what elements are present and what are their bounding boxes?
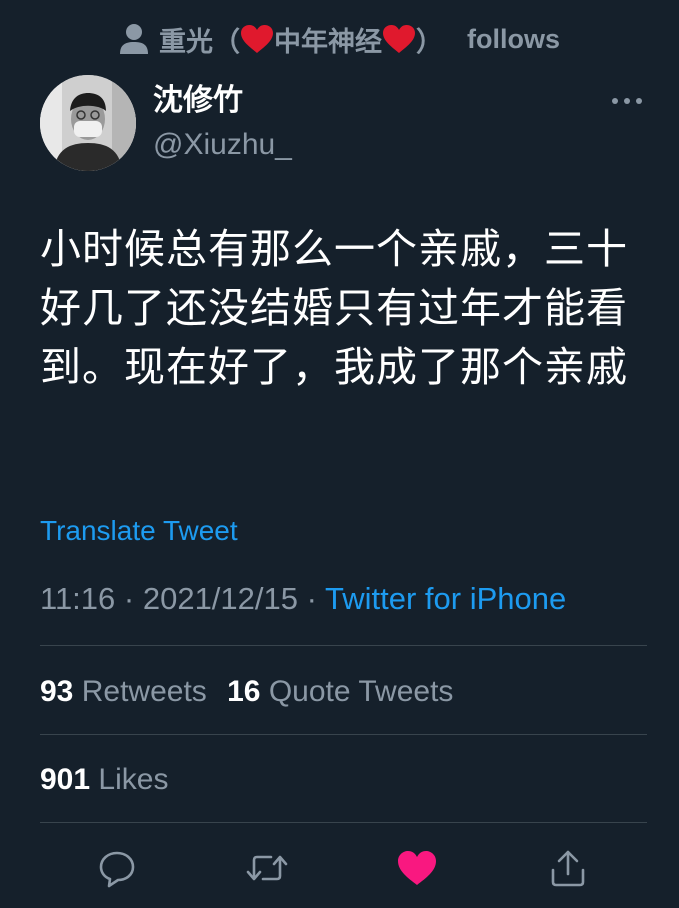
share-button[interactable] (546, 848, 590, 892)
quote-tweets-count: 16 (227, 675, 261, 708)
retweets-count: 93 (40, 675, 74, 708)
heart-icon (396, 849, 438, 892)
retweet-icon (245, 848, 289, 893)
share-icon (548, 848, 588, 893)
divider (40, 822, 647, 823)
follows-label: follows (467, 23, 560, 54)
heart-emoji-icon (240, 24, 274, 54)
likes-row: 901 Likes (40, 761, 180, 799)
meta-separator: · (115, 581, 143, 616)
more-options-button[interactable] (606, 86, 648, 116)
reply-button[interactable] (95, 848, 139, 892)
retweets-stat[interactable]: 93 Retweets (40, 673, 207, 711)
quote-tweets-stat[interactable]: 16 Quote Tweets (227, 673, 453, 711)
translate-tweet-link[interactable]: Translate Tweet (40, 513, 238, 549)
tweet-source[interactable]: Twitter for iPhone (325, 581, 566, 616)
divider (40, 734, 647, 735)
tweet-text: 小时候总有那么一个亲戚，三十好几了还没结婚只有过年才能看到。现在好了，我成了那个… (40, 226, 628, 390)
heart-emoji-icon (382, 24, 416, 54)
likes-stat[interactable]: 901 Likes (40, 761, 168, 799)
stats-row: 93 Retweets 16 Quote Tweets (40, 673, 465, 711)
tweet-meta: 11:16 · 2021/12/15 · Twitter for iPhone (40, 580, 566, 618)
avatar[interactable] (40, 75, 136, 171)
reply-icon (97, 848, 137, 893)
social-context[interactable]: 重光（ 中年神经 ） follows (0, 18, 679, 60)
meta-separator: · (298, 581, 325, 616)
likes-label: Likes (98, 763, 169, 796)
retweets-label: Retweets (81, 675, 207, 708)
author-name[interactable]: 沈修竹 (153, 83, 243, 119)
tweet-date[interactable]: 2021/12/15 (143, 581, 298, 616)
tweet-time[interactable]: 11:16 (40, 581, 115, 616)
divider (40, 645, 647, 646)
more-icon (611, 92, 643, 110)
retweet-button[interactable] (245, 848, 289, 892)
follower-name: 重光（ 中年神经 ） (159, 20, 443, 59)
person-icon (119, 23, 149, 55)
likes-count: 901 (40, 763, 91, 796)
author-handle[interactable]: @Xiuzhu_ (153, 127, 292, 163)
quote-tweets-label: Quote Tweets (268, 675, 454, 708)
like-button[interactable] (395, 848, 439, 892)
